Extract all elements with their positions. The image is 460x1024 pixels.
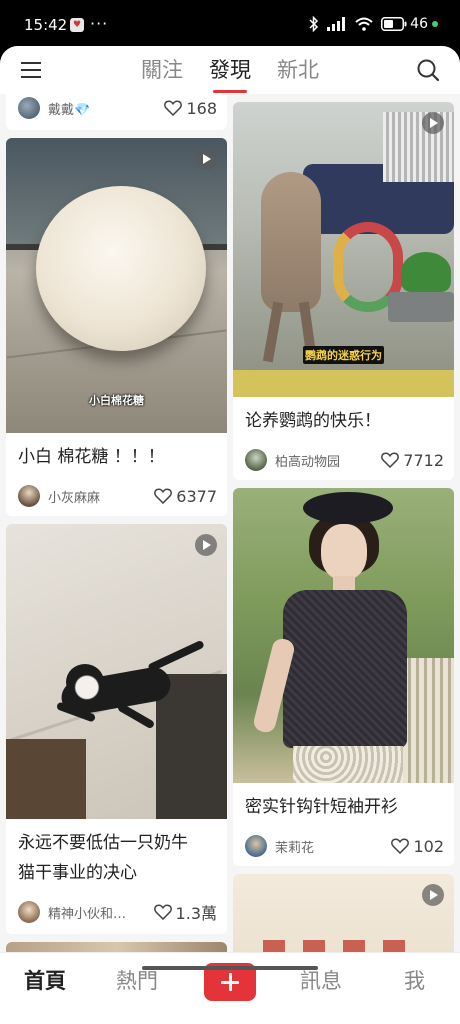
heart-icon xyxy=(153,904,172,920)
like-count: 7712 xyxy=(403,450,444,470)
feed-card[interactable] xyxy=(233,874,454,952)
wall-shadow xyxy=(156,674,227,819)
feed-card[interactable]: 密实针钩针短袖开衫 茉莉花 102 xyxy=(233,488,454,866)
hair-bow xyxy=(303,492,393,524)
card-image[interactable] xyxy=(233,488,454,783)
skirt xyxy=(293,746,403,783)
feed-card[interactable]: 小白棉花糖 小白 棉花糖 ！！！ 小灰麻麻 6377 xyxy=(6,138,227,516)
heart-icon xyxy=(164,100,183,116)
like-button[interactable]: 168 xyxy=(164,99,217,118)
card-meta: 戴戴💎 168 xyxy=(18,96,217,120)
floor-mat xyxy=(233,370,454,397)
author-name[interactable]: 小灰麻麻 xyxy=(48,487,154,506)
parrot-leg xyxy=(262,301,284,363)
card-meta: 精神小伙和… 1.3萬 xyxy=(18,900,217,924)
home-indicator[interactable] xyxy=(142,966,318,970)
like-count: 1.3萬 xyxy=(175,904,217,923)
tab-discover[interactable]: 發現 xyxy=(207,54,253,93)
cat-head xyxy=(66,664,104,700)
status-icons: 46 xyxy=(309,15,438,33)
feed-card[interactable] xyxy=(6,942,227,952)
bottom-nav: 首頁 熱門 訊息 我 xyxy=(0,952,460,1024)
card-image[interactable] xyxy=(233,874,454,952)
more-notifications-indicator: ··· xyxy=(90,14,109,33)
feed-card[interactable]: 鹦鹉的迷惑行为 论养鹦鹉的快乐！ 柏高动物园 7712 xyxy=(233,102,454,480)
signal-icon xyxy=(327,17,346,31)
heart-icon xyxy=(391,838,410,854)
like-count: 102 xyxy=(413,836,444,856)
parrot-body xyxy=(261,172,321,312)
feed[interactable]: 戴戴💎 168 小白棉花糖 小白 棉花糖 ！！！ 小灰麻麻 6377 永远不要低… xyxy=(0,94,460,952)
fluffy-ball xyxy=(36,186,206,351)
play-icon xyxy=(422,112,444,134)
card-meta: 小灰麻麻 6377 xyxy=(18,484,217,508)
card-meta: 柏高动物园 7712 xyxy=(245,448,444,472)
card-title-line: 猫干事业的决心 xyxy=(18,863,137,883)
card-title: 密实针钩针短袖开衫 xyxy=(245,797,398,817)
door-frame xyxy=(6,739,86,819)
tab-local[interactable]: 新北 xyxy=(275,54,321,84)
charging-dot xyxy=(432,21,438,27)
card-image[interactable]: 小白棉花糖 xyxy=(6,138,227,433)
card-meta: 茉莉花 102 xyxy=(245,834,444,858)
author-name[interactable]: 戴戴💎 xyxy=(48,99,164,118)
like-count: 6377 xyxy=(176,486,217,506)
avatar[interactable] xyxy=(18,97,40,119)
status-time: 15:42 xyxy=(24,16,68,34)
feed-card[interactable]: 永远不要低估一只奶牛 猫干事业的决心 精神小伙和… 1.3萬 xyxy=(6,524,227,934)
card-image[interactable] xyxy=(6,524,227,819)
video-caption: 鹦鹉的迷惑行为 xyxy=(303,346,384,364)
plant xyxy=(401,252,451,292)
card-image[interactable]: 鹦鹉的迷惑行为 xyxy=(233,102,454,397)
nav-profile[interactable]: 我 xyxy=(404,965,425,995)
pot xyxy=(388,292,454,322)
battery: 46 xyxy=(381,16,438,32)
fence xyxy=(403,658,454,783)
tab-following[interactable]: 關注 xyxy=(139,54,185,84)
avatar[interactable] xyxy=(18,485,40,507)
card-title-line: 永远不要低估一只奶牛 xyxy=(18,833,188,853)
card-image[interactable] xyxy=(6,942,227,952)
heart-icon xyxy=(381,452,400,468)
feed-tabs: 關注 發現 新北 xyxy=(0,54,460,93)
crochet-top xyxy=(283,590,407,748)
author-name[interactable]: 柏高动物园 xyxy=(275,451,381,470)
battery-percent: 46 xyxy=(410,16,428,32)
nav-home[interactable]: 首頁 xyxy=(24,965,66,995)
cat-tail xyxy=(147,639,205,673)
top-nav: 關注 發現 新北 xyxy=(0,46,460,94)
author-name[interactable]: 精神小伙和… xyxy=(48,903,154,922)
card-title: 小白 棉花糖 ！！！ xyxy=(18,447,165,467)
play-icon xyxy=(195,148,217,170)
video-caption: 小白棉花糖 xyxy=(89,394,144,407)
like-button[interactable]: 6377 xyxy=(154,487,217,506)
like-count: 168 xyxy=(186,98,217,118)
cat-paw xyxy=(116,702,156,730)
card-title: 论养鹦鹉的快乐！ xyxy=(245,411,381,431)
like-button[interactable]: 102 xyxy=(391,837,444,856)
status-bar: 15:42 ♥ ··· 46 xyxy=(0,0,460,46)
play-icon xyxy=(422,884,444,906)
bluetooth-icon xyxy=(309,16,319,32)
battery-icon xyxy=(381,17,407,31)
notification-app-icon: ♥ xyxy=(70,18,84,32)
app-screen: 關注 發現 新北 戴戴💎 168 小白棉花糖 小白 棉花糖 ！！！ 小灰麻麻 6… xyxy=(0,46,460,1024)
play-icon xyxy=(195,534,217,556)
like-button[interactable]: 7712 xyxy=(381,451,444,470)
woman-face xyxy=(321,524,367,580)
avatar[interactable] xyxy=(245,835,267,857)
feed-card[interactable]: 戴戴💎 168 xyxy=(6,94,227,130)
avatar[interactable] xyxy=(245,449,267,471)
like-button[interactable]: 1.3萬 xyxy=(153,900,217,924)
author-name[interactable]: 茉莉花 xyxy=(275,837,391,856)
wifi-icon xyxy=(355,17,373,31)
decorative-text-shape xyxy=(263,940,423,952)
search-icon[interactable] xyxy=(416,58,440,82)
avatar[interactable] xyxy=(18,901,40,923)
heart-icon xyxy=(154,488,173,504)
